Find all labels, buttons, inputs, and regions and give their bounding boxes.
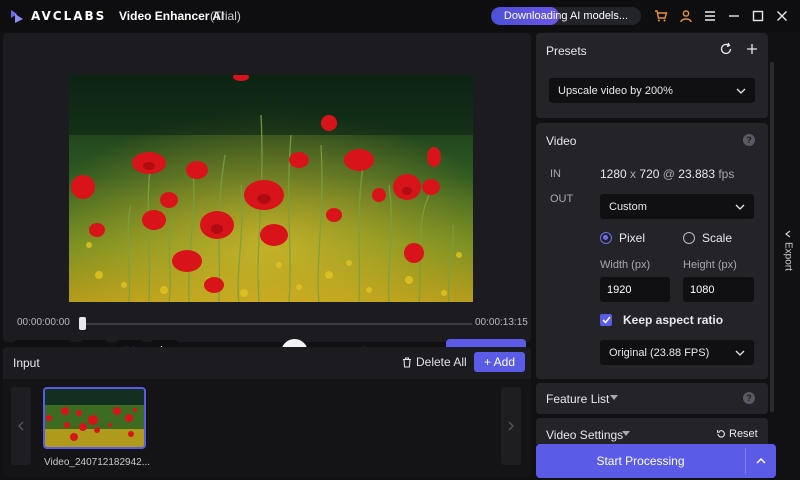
presets-card: Presets Upscale video by 200%: [536, 33, 768, 118]
title-bar: AVCLABS Video Enhancer AI (Trial) Downlo…: [0, 0, 800, 32]
avclabs-logo-icon: [11, 10, 23, 23]
logo-text: AVCLABS: [31, 9, 107, 23]
frame-rate-value: Original (23.88 FPS): [609, 346, 710, 359]
download-status-pill[interactable]: Downloading AI models...: [491, 7, 641, 25]
chevron-left-icon: [785, 230, 791, 238]
minimize-icon[interactable]: [726, 8, 742, 24]
caret-down-icon: [610, 395, 618, 400]
frame-rate-select[interactable]: Original (23.88 FPS): [600, 340, 754, 365]
output-resolution-value: Custom: [609, 200, 647, 213]
close-icon[interactable]: [774, 8, 790, 24]
input-panel: Input Delete All + Add Video_24071218294…: [3, 347, 531, 477]
video-settings-card[interactable]: Video Settings Reset: [536, 418, 768, 444]
height-input[interactable]: 1080: [683, 277, 754, 302]
input-fps: 23.883: [678, 167, 715, 181]
help-icon[interactable]: ?: [743, 392, 755, 404]
check-icon: [601, 316, 611, 324]
reset-label: Reset: [729, 428, 758, 440]
keep-aspect-checkbox[interactable]: [600, 314, 612, 326]
add-preset-icon[interactable]: [744, 41, 760, 57]
scale-radio[interactable]: [683, 232, 695, 244]
video-settings-title: Video Settings: [546, 428, 624, 442]
output-resolution-select[interactable]: Custom: [600, 194, 754, 219]
delete-all-button[interactable]: Delete All: [402, 355, 467, 369]
settings-scrollbar[interactable]: [770, 62, 774, 412]
file-name: Video_240712182942...: [44, 457, 151, 468]
input-width: 1280: [600, 167, 627, 181]
in-label: IN: [550, 168, 561, 180]
timeline-handle[interactable]: [79, 317, 86, 330]
add-button[interactable]: + Add: [474, 352, 525, 372]
trial-label: (Trial): [210, 9, 241, 23]
input-file-list: Video_240712182942...: [3, 379, 531, 477]
menu-icon[interactable]: [702, 8, 718, 24]
pixel-label: Pixel: [619, 231, 646, 245]
export-tab[interactable]: Export: [780, 230, 796, 290]
input-resolution: 1280 x 720 @ 23.883 fps: [600, 167, 734, 181]
chevron-left-icon: [18, 421, 24, 431]
chevron-down-icon: [736, 88, 746, 94]
poppy-field-image: [69, 75, 473, 302]
start-processing-button[interactable]: Start Processing: [536, 444, 776, 478]
width-input[interactable]: 1920: [600, 277, 670, 302]
video-preview[interactable]: [69, 75, 473, 302]
download-status-text: Downloading AI models...: [503, 10, 629, 22]
scroll-right-button[interactable]: [501, 387, 521, 465]
width-label: Width (px): [600, 259, 651, 271]
file-thumbnail[interactable]: [43, 387, 146, 449]
resolution-at: @: [662, 167, 675, 181]
trash-icon: [403, 356, 411, 368]
input-header: Input Delete All + Add: [3, 347, 531, 377]
reset-icon: [716, 430, 725, 438]
caret-down-icon: [622, 431, 630, 436]
video-title: Video: [546, 134, 577, 148]
chevron-right-icon: [508, 421, 514, 431]
timeline-track[interactable]: [82, 323, 472, 325]
preset-select[interactable]: Upscale video by 200%: [549, 78, 755, 103]
start-button-divider: [745, 448, 746, 474]
maximize-icon[interactable]: [750, 8, 766, 24]
reset-button[interactable]: Reset: [716, 428, 758, 440]
preview-panel: 00:00:00:00 00:00:13:15 00:00:00 0 Previ…: [3, 33, 531, 366]
fps-unit: fps: [718, 167, 735, 181]
input-title: Input: [13, 356, 40, 370]
timecode-end: 00:00:13:15: [475, 317, 528, 328]
chevron-down-icon: [735, 350, 745, 356]
app-title: Video Enhancer AI: [119, 9, 225, 23]
cart-icon[interactable]: [653, 8, 669, 24]
scroll-left-button[interactable]: [11, 387, 31, 465]
user-icon[interactable]: [678, 8, 694, 24]
input-height: 720: [639, 167, 660, 181]
help-icon[interactable]: ?: [743, 134, 755, 146]
timecode-start: 00:00:00:00: [17, 317, 70, 328]
chevron-up-icon[interactable]: [755, 455, 767, 467]
delete-all-label: Delete All: [416, 355, 467, 369]
height-label: Height (px): [683, 259, 737, 271]
video-card: Video ? IN 1280 x 720 @ 23.883 fps OUT C…: [536, 123, 768, 379]
feature-list-title: Feature List: [546, 392, 610, 406]
export-label: Export: [782, 242, 794, 271]
thumbnail-image: [45, 389, 144, 447]
out-label: OUT: [550, 193, 574, 205]
preset-select-value: Upscale video by 200%: [558, 84, 673, 97]
chevron-down-icon: [735, 204, 745, 210]
keep-aspect-label: Keep aspect ratio: [623, 313, 724, 327]
refresh-icon[interactable]: [718, 41, 734, 57]
resolution-x: x: [630, 167, 637, 181]
feature-list-card[interactable]: Feature List ?: [536, 383, 768, 414]
scale-label: Scale: [702, 231, 733, 245]
pixel-radio[interactable]: [600, 232, 612, 244]
start-processing-label: Start Processing: [596, 454, 685, 468]
presets-title: Presets: [546, 44, 587, 58]
